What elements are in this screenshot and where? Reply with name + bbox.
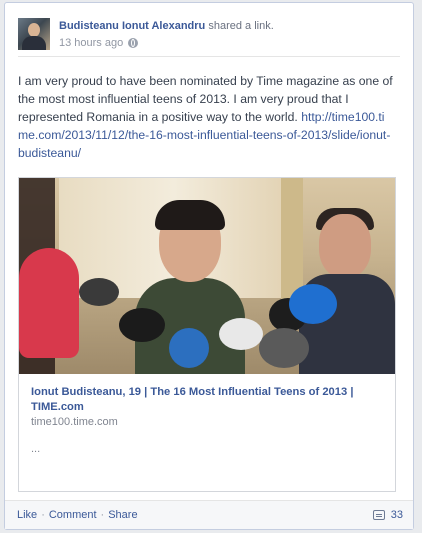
comment-button[interactable]: Comment <box>49 509 97 521</box>
story-header: Budisteanu Ionut Alexandru shared a link… <box>59 19 274 33</box>
like-button[interactable]: Like <box>17 509 37 521</box>
link-preview-description: ... <box>31 443 41 455</box>
separator: · <box>41 509 45 521</box>
header-divider <box>18 56 400 57</box>
globe-icon[interactable] <box>128 38 139 48</box>
link-preview-title[interactable]: Ionut Budisteanu, 19 | The 16 Most Influ… <box>31 385 387 415</box>
comment-icon <box>372 510 385 520</box>
link-preview-image[interactable] <box>19 178 395 374</box>
timestamp[interactable]: 13 hours ago <box>59 36 123 50</box>
story-footer: Like · Comment · Share 33 <box>5 500 413 529</box>
author-avatar[interactable] <box>18 18 50 50</box>
separator: · <box>100 509 105 521</box>
story-action: shared a link. <box>208 20 274 32</box>
story-actions: Like · Comment · Share <box>17 509 138 521</box>
feed-story: Budisteanu Ionut Alexandru shared a link… <box>4 2 414 530</box>
link-preview-domain: time100.time.com <box>31 416 118 428</box>
comment-count-button[interactable]: 33 <box>372 509 403 521</box>
story-meta: 13 hours ago <box>59 36 139 50</box>
author-name[interactable]: Budisteanu Ionut Alexandru <box>59 20 205 32</box>
comment-count: 33 <box>390 509 403 521</box>
link-preview[interactable]: Ionut Budisteanu, 19 | The 16 Most Influ… <box>18 177 396 492</box>
share-button[interactable]: Share <box>108 509 137 521</box>
post-message: I am very proud to have been nominated b… <box>18 72 394 162</box>
